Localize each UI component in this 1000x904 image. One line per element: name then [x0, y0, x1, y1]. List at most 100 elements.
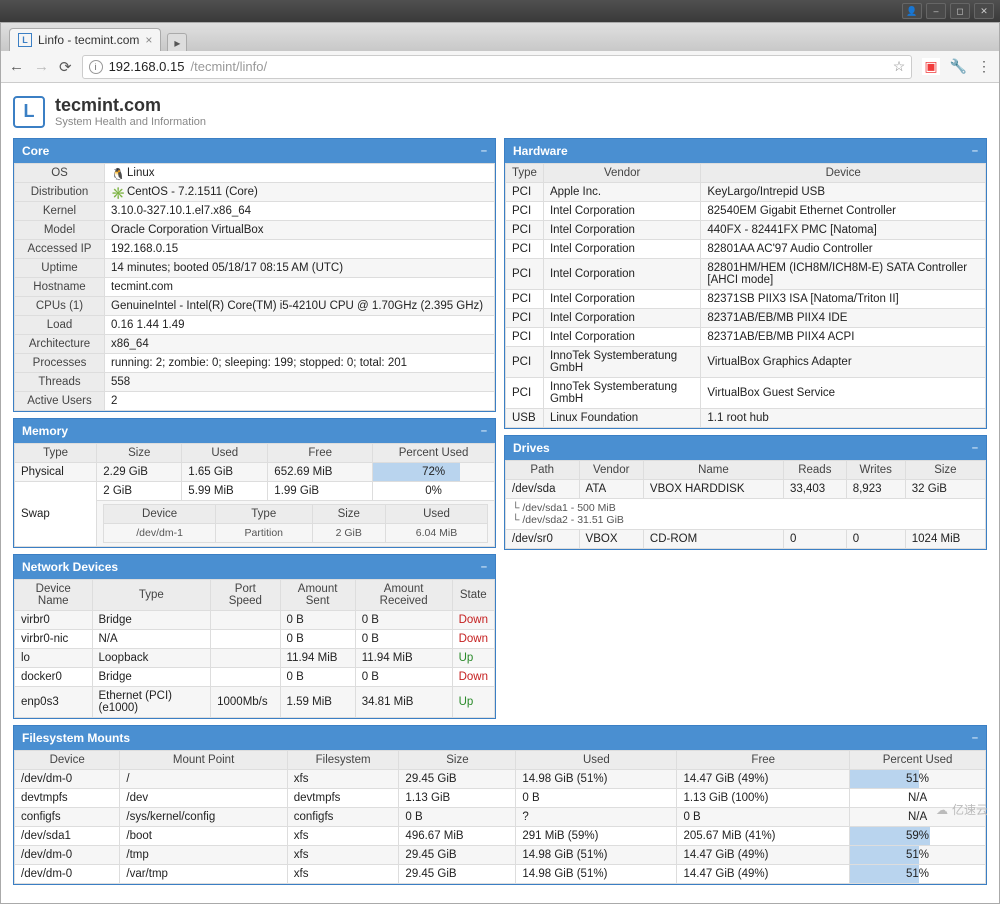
- cell: 440FX - 82441FX PMC [Natoma]: [701, 221, 986, 240]
- cell: /var/tmp: [120, 865, 287, 884]
- collapse-icon[interactable]: –: [972, 145, 978, 157]
- collapse-icon[interactable]: –: [972, 442, 978, 454]
- cell: /: [120, 770, 287, 789]
- col-header: Device: [701, 164, 986, 183]
- collapse-icon[interactable]: –: [481, 425, 487, 437]
- cell: PCI: [506, 309, 544, 328]
- col-header: Reads: [783, 461, 846, 480]
- cell: 1024 MiB: [905, 530, 985, 549]
- cell: 1.65 GiB: [182, 463, 268, 482]
- col-header: Distribution: [15, 183, 105, 202]
- cell: 34.81 MiB: [355, 687, 452, 718]
- maximize-window-button[interactable]: ◻: [950, 3, 970, 19]
- col-header: Port Speed: [211, 580, 280, 611]
- cell: PCI: [506, 290, 544, 309]
- url-path: /tecmint/linfo/: [190, 59, 267, 74]
- cell: /dev/sda: [506, 480, 580, 499]
- col-header: Percent Used: [373, 444, 495, 463]
- col-header: Accessed IP: [15, 240, 105, 259]
- back-button[interactable]: ←: [9, 58, 24, 75]
- cell: 0 B: [355, 611, 452, 630]
- desktop-taskbar: 👤 – ◻ ✕: [0, 0, 1000, 22]
- new-tab-button[interactable]: ▸: [167, 33, 187, 51]
- cell: /dev/dm-0: [15, 770, 120, 789]
- cell: ?: [516, 808, 677, 827]
- filesystem-table: DeviceMount PointFilesystemSizeUsedFreeP…: [14, 750, 986, 884]
- cell: virbr0-nic: [15, 630, 93, 649]
- extension-icon[interactable]: ▣: [922, 58, 939, 75]
- cell: 82371AB/EB/MB PIIX4 IDE: [701, 309, 986, 328]
- cell: 🐧Linux: [105, 164, 495, 183]
- cell: 82371AB/EB/MB PIIX4 ACPI: [701, 328, 986, 347]
- cell: /tmp: [120, 846, 287, 865]
- cell: 0.16 1.44 1.49: [105, 316, 495, 335]
- col-header: Uptime: [15, 259, 105, 278]
- bookmark-icon[interactable]: ☆: [893, 58, 906, 75]
- state-cell: Up: [452, 649, 494, 668]
- cell: 14.47 GiB (49%): [677, 865, 850, 884]
- state-cell: Up: [452, 687, 494, 718]
- cell: 14.47 GiB (49%): [677, 846, 850, 865]
- cell: 0 B: [399, 808, 516, 827]
- minimize-window-button[interactable]: –: [926, 3, 946, 19]
- user-icon[interactable]: 👤: [902, 3, 922, 19]
- cell: Swap: [15, 482, 97, 547]
- percent-cell: 72%: [373, 463, 495, 482]
- cell: KeyLargo/Intrepid USB: [701, 183, 986, 202]
- col-header: Model: [15, 221, 105, 240]
- menu-icon[interactable]: ⋮: [977, 58, 991, 75]
- cell: Bridge: [92, 668, 211, 687]
- collapse-icon[interactable]: –: [481, 145, 487, 157]
- reload-button[interactable]: ⟳: [59, 58, 72, 76]
- cell: 1.13 GiB: [399, 789, 516, 808]
- close-tab-icon[interactable]: ×: [145, 33, 152, 47]
- cell: /dev/dm-0: [15, 865, 120, 884]
- cell: 1.99 GiB: [268, 482, 373, 501]
- percent-cell: 51%: [850, 865, 986, 884]
- cell: 3.10.0-327.10.1.el7.x86_64: [105, 202, 495, 221]
- cell: /dev/sda1: [15, 827, 120, 846]
- cell: running: 2; zombie: 0; sleeping: 199; st…: [105, 354, 495, 373]
- col-header: Hostname: [15, 278, 105, 297]
- col-header: Type: [15, 444, 97, 463]
- cell: 0 B: [280, 611, 355, 630]
- collapse-icon[interactable]: –: [481, 561, 487, 573]
- cell: 5.99 MiB: [182, 482, 268, 501]
- col-header: Device: [15, 751, 120, 770]
- cell: Bridge: [92, 611, 211, 630]
- cell: 82371SB PIIX3 ISA [Natoma/Triton II]: [701, 290, 986, 309]
- cell: 14.98 GiB (51%): [516, 865, 677, 884]
- cell: USB: [506, 409, 544, 428]
- swap-detail: DeviceTypeSizeUsed/dev/dm-1Partition2 Gi…: [97, 501, 495, 547]
- cell: /dev: [120, 789, 287, 808]
- core-table: OS🐧LinuxDistribution✳️CentOS - 7.2.1511 …: [14, 163, 495, 411]
- col-header: Kernel: [15, 202, 105, 221]
- cell: 0 B: [677, 808, 850, 827]
- col-header: Size: [312, 505, 386, 524]
- address-bar: ← → ⟳ i 192.168.0.15/tecmint/linfo/ ☆ ▣ …: [1, 51, 999, 83]
- network-panel: Network Devices – Device NameTypePort Spe…: [13, 554, 496, 719]
- drives-panel: Drives– PathVendorNameReadsWritesSize/de…: [504, 435, 987, 550]
- col-header: Type: [506, 164, 544, 183]
- cell: Loopback: [92, 649, 211, 668]
- panel-title: Network Devices: [22, 560, 118, 574]
- network-table: Device NameTypePort SpeedAmount SentAmou…: [14, 579, 495, 718]
- col-header: Architecture: [15, 335, 105, 354]
- site-subtitle: System Health and Information: [55, 116, 206, 128]
- wrench-icon[interactable]: 🔧: [950, 58, 967, 75]
- collapse-icon[interactable]: –: [972, 732, 978, 744]
- browser-tab[interactable]: L Linfo - tecmint.com ×: [9, 28, 161, 51]
- col-header: Amount Received: [355, 580, 452, 611]
- info-icon[interactable]: i: [89, 60, 103, 74]
- close-window-button[interactable]: ✕: [974, 3, 994, 19]
- cell: 14 minutes; booted 05/18/17 08:15 AM (UT…: [105, 259, 495, 278]
- cell: PCI: [506, 328, 544, 347]
- cell: Intel Corporation: [543, 240, 700, 259]
- col-header: Writes: [846, 461, 905, 480]
- cell: /boot: [120, 827, 287, 846]
- cell: /dev/dm-1: [104, 524, 216, 543]
- cell: 291 MiB (59%): [516, 827, 677, 846]
- url-input[interactable]: i 192.168.0.15/tecmint/linfo/ ☆: [82, 55, 913, 79]
- drives-table: PathVendorNameReadsWritesSize/dev/sdaATA…: [505, 460, 986, 549]
- forward-button[interactable]: →: [34, 58, 49, 75]
